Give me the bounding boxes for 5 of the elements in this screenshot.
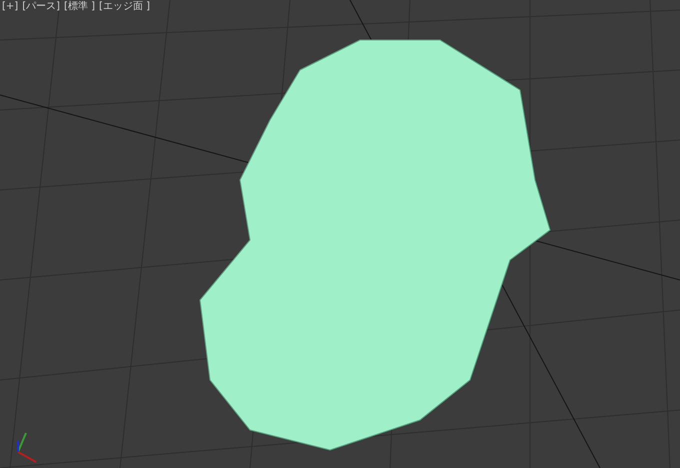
viewport-menu-label[interactable]: [標準 ] (64, 0, 95, 13)
viewport-menu-label[interactable]: [エッジ面 ] (98, 0, 150, 13)
viewport-menu-label[interactable]: [+] (2, 0, 18, 13)
axis-gizmo-icon (17, 432, 36, 463)
viewport-menu-label[interactable]: [パース] (22, 0, 60, 13)
